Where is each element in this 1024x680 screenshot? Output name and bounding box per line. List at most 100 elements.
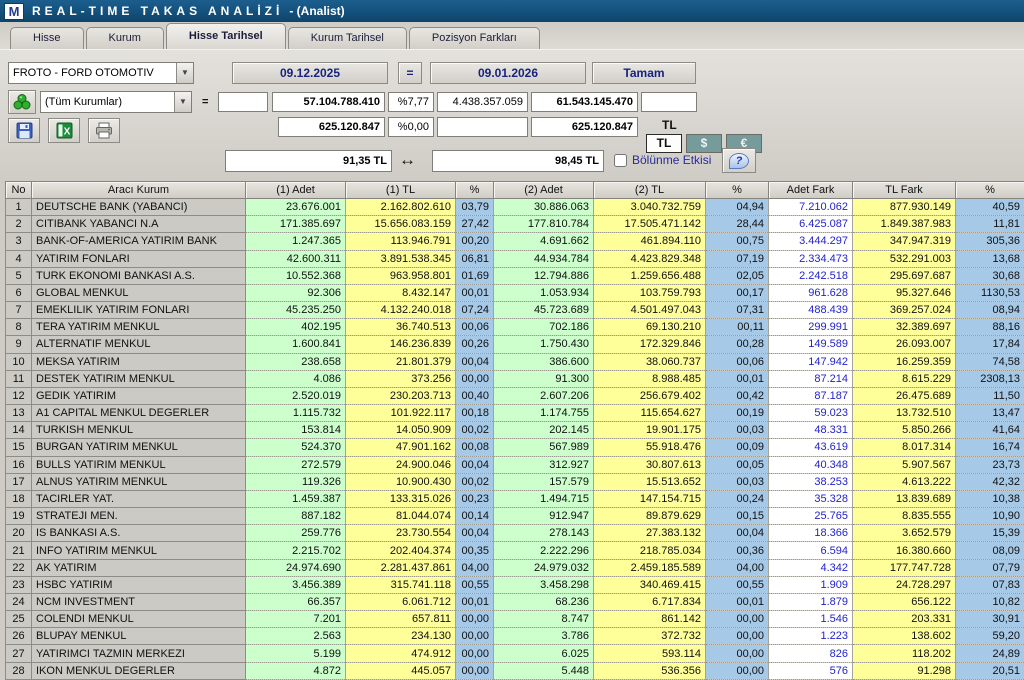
table-row[interactable]: 12 GEDIK YATIRIM 2.520.019 230.203.713 00,40… [5,386,1024,406]
excel-export-button[interactable]: X [48,118,80,143]
date-from-button[interactable]: 09.12.2025 [232,62,388,84]
cell-adet-fark: 1.223 [768,627,853,646]
column-header-adet-fark[interactable]: Adet Fark [768,181,853,199]
ok-button[interactable]: Tamam [592,62,696,84]
price-to-field[interactable] [432,150,604,172]
table-row[interactable]: 14 TURKISH MENKUL 153.814 14.050.909 00,02 20… [5,421,1024,440]
extra-field[interactable] [641,92,697,112]
column-header-adet1[interactable]: (1) Adet [245,181,346,199]
period1-adet-total-field[interactable] [272,92,385,112]
broker-group-button[interactable] [8,90,36,114]
table-row[interactable]: 17 ALNUS YATIRIM MENKUL 119.326 10.900.430 0… [5,472,1024,491]
cell-adet1: 259.776 [245,524,346,543]
table-row[interactable]: 10 MEKSA YATIRIM 238.658 21.801.379 00,04 386… [5,352,1024,371]
table-row[interactable]: 27 YATIRIMCI TAZMIN MERKEZI 5.199 474.912 00… [5,644,1024,663]
cell-pct1: 00,00 [455,644,494,663]
cell-pct1: 00,23 [455,490,494,509]
tab-kurum[interactable]: Kurum [85,27,164,49]
cell-pct-fark: 10,82 [955,593,1024,612]
column-header-pct1[interactable]: % [455,181,494,199]
table-row[interactable]: 23 HSBC YATIRIM 3.456.389 315.741.118 00,55 3… [5,575,1024,594]
cell-pct-fark: 07,79 [955,559,1024,577]
cell-pct2: 00,15 [705,507,769,526]
table-row[interactable]: 6 GLOBAL MENKUL 92.306 8.432.147 00,01 1.053.… [5,283,1024,303]
cell-pct-fark: 08,09 [955,541,1024,560]
split-effect-label: Bölünme Etkisi [632,153,712,167]
table-row[interactable]: 1 DEUTSCHE BANK (YABANCI) 23.676.001 2.162.… [5,197,1024,217]
column-header-broker[interactable]: Aracı Kurum [31,181,246,199]
column-header-tl2[interactable]: (2) TL [593,181,706,199]
date-equals-button[interactable]: = [398,62,422,84]
column-header-adet2[interactable]: (2) Adet [493,181,594,199]
tab-hisse[interactable]: Hisse [10,27,84,49]
split-effect-checkbox[interactable] [614,154,627,167]
print-button[interactable] [88,118,120,143]
currency-tl-button[interactable]: TL [646,134,682,153]
table-row[interactable]: 24 NCM INVESTMENT 66.357 6.061.712 00,01 68.2… [5,592,1024,612]
tab-hisse-tarihsel[interactable]: Hisse Tarihsel [165,23,286,49]
period2-adet-total-field[interactable] [278,117,385,137]
column-header-tl-fark[interactable]: TL Fark [852,181,956,199]
mid-value-field[interactable] [437,92,528,112]
chevron-down-icon[interactable]: ▼ [174,92,191,112]
window-title-suffix: - (Analist) [289,4,345,18]
tab-pozisyon-farklari[interactable]: Pozisyon Farkları [408,27,540,49]
table-row[interactable]: 18 TACIRLER YAT. 1.459.387 133.315.026 00,23… [5,489,1024,509]
period2-tl-total-field[interactable] [531,117,638,137]
cell-pct2: 00,00 [705,662,769,680]
currency-usd-button[interactable]: $ [686,134,722,153]
table-row[interactable]: 28 IKON MENKUL DEGERLER 4.872 445.057 00,00 5… [5,661,1024,680]
mid-value2-field[interactable] [437,117,528,137]
table-row[interactable]: 20 IS BANKASI A.S. 259.776 23.730.554 00,04 2… [5,524,1024,543]
cell-pct1: 00,00 [455,662,494,680]
table-row[interactable]: 16 BULLS YATIRIM MENKUL 272.579 24.900.046 0… [5,455,1024,474]
column-header-pct-fark[interactable]: % [955,181,1024,199]
table-row[interactable]: 19 STRATEJI MEN. 887.182 81.044.074 00,14 912… [5,507,1024,526]
table-row[interactable]: 22 AK YATIRIM 24.974.690 2.281.437.861 04,00… [5,558,1024,577]
cell-tl1: 146.236.839 [345,335,456,354]
cell-adet-fark: 1.909 [768,576,853,594]
table-row[interactable]: 3 BANK-OF-AMERICA YATIRIM BANK 1.247.365 11… [5,232,1024,251]
period1-pct-field[interactable] [388,92,434,112]
table-row[interactable]: 13 A1 CAPITAL MENKUL DEGERLER 1.115.732 101… [5,404,1024,423]
table-row[interactable]: 7 EMEKLILIK YATIRIM FONLARI 45.235.250 4.13… [5,301,1024,320]
period1-tl-total-field[interactable] [531,92,638,112]
filter-input[interactable] [218,92,268,112]
cell-adet1: 2.215.702 [245,541,346,560]
table-row[interactable]: 11 DESTEK YATIRIM MENKUL 4.086 373.256 00,00… [5,369,1024,388]
cell-no: 7 [5,301,32,320]
price-from-field[interactable] [225,150,392,172]
cell-tl1: 24.900.046 [345,456,456,474]
cell-tl-fark: 656.122 [852,593,956,612]
cell-pct1: 00,40 [455,387,494,406]
help-button[interactable]: ? [722,148,756,173]
cell-tl1: 657.811 [345,610,456,629]
table-row[interactable]: 5 TURK EKONOMI BANKASI A.S. 10.552.368 963.… [5,266,1024,285]
save-button[interactable] [8,118,40,143]
cell-tl2: 69.130.210 [593,318,706,337]
column-header-tl1[interactable]: (1) TL [345,181,456,199]
column-header-no[interactable]: No [5,181,32,199]
column-header-pct2[interactable]: % [705,181,769,199]
table-row[interactable]: 8 TERA YATIRIM MENKUL 402.195 36.740.513 00,… [5,318,1024,337]
table-row[interactable]: 9 ALTERNATIF MENKUL 1.600.841 146.236.839 00… [5,335,1024,354]
period2-pct-field[interactable] [388,117,434,137]
cell-adet2: 1.053.934 [493,284,594,303]
cell-pct1: 00,18 [455,404,494,423]
table-row[interactable]: 26 BLUPAY MENKUL 2.563 234.130 00,00 3.786 372… [5,627,1024,646]
table-row[interactable]: 25 COLENDI MENKUL 7.201 657.811 00,00 8.747 86… [5,610,1024,629]
table-row[interactable]: 21 INFO YATIRIM MENKUL 2.215.702 202.404.37… [5,541,1024,560]
cell-adet1: 238.658 [245,353,346,371]
tab-kurum-tarihsel[interactable]: Kurum Tarihsel [287,27,407,49]
cell-tl-fark: 26.475.689 [852,387,956,406]
stock-select[interactable]: FROTO - FORD OTOMOTIV ▼ [8,62,194,84]
table-row[interactable]: 15 BURGAN YATIRIM MENKUL 524.370 47.901.162… [5,438,1024,457]
broker-select[interactable]: (Tüm Kurumlar) ▼ [40,91,192,113]
cell-adet-fark: 6.425.087 [768,215,853,234]
date-to-button[interactable]: 09.01.2026 [430,62,586,84]
chevron-down-icon[interactable]: ▼ [176,63,193,83]
cell-no: 12 [5,386,32,406]
table-row[interactable]: 4 YATIRIM FONLARI 42.600.311 3.891.538.345 0… [5,249,1024,268]
cell-adet2: 91.300 [493,370,594,388]
table-row[interactable]: 2 CITIBANK YABANCI N.A 171.385.697 15.656.0… [5,215,1024,234]
